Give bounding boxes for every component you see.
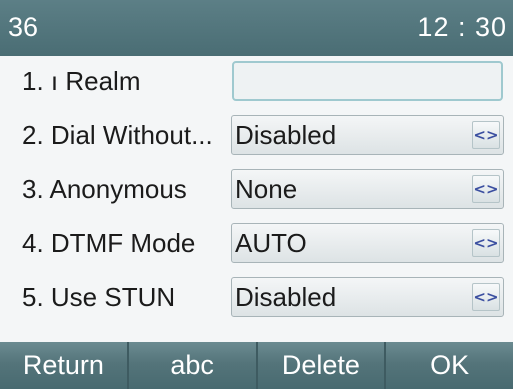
status-bar: 36 12 : 30 bbox=[0, 0, 513, 56]
use-stun-value: Disabled bbox=[235, 282, 337, 312]
anonymous-select[interactable]: None <> bbox=[231, 169, 504, 209]
setting-label-anonymous: 3. Anonymous bbox=[22, 174, 187, 204]
setting-label-dtmf-mode: 4. DTMF Mode bbox=[22, 228, 196, 258]
setting-label-dial-without: 2. Dial Without... bbox=[22, 120, 213, 150]
abc-softkey[interactable]: abc bbox=[128, 342, 258, 389]
clock: 12 : 30 bbox=[417, 12, 507, 42]
switch-arrows-icon[interactable]: <> bbox=[472, 121, 500, 149]
return-softkey[interactable]: Return bbox=[0, 342, 129, 389]
setting-row-realm[interactable]: 1. ı Realm bbox=[0, 56, 513, 108]
delete-softkey[interactable]: Delete bbox=[257, 342, 387, 389]
ok-softkey[interactable]: OK bbox=[386, 342, 513, 389]
setting-row-dial-without[interactable]: 2. Dial Without... Disabled <> bbox=[0, 110, 513, 162]
setting-label-use-stun: 5. Use STUN bbox=[22, 282, 176, 312]
realm-input[interactable] bbox=[232, 61, 503, 101]
switch-arrows-icon[interactable]: <> bbox=[472, 175, 500, 203]
use-stun-select[interactable]: Disabled <> bbox=[231, 277, 504, 317]
switch-arrows-icon[interactable]: <> bbox=[472, 229, 500, 257]
setting-label-realm: 1. ı Realm bbox=[22, 66, 141, 96]
setting-row-anonymous[interactable]: 3. Anonymous None <> bbox=[0, 164, 513, 216]
dtmf-mode-select[interactable]: AUTO <> bbox=[231, 223, 504, 263]
dial-without-select[interactable]: Disabled <> bbox=[231, 115, 504, 155]
setting-row-dtmf-mode[interactable]: 4. DTMF Mode AUTO <> bbox=[0, 218, 513, 270]
switch-arrows-icon[interactable]: <> bbox=[472, 283, 500, 311]
account-label: 36 bbox=[8, 12, 39, 42]
dtmf-mode-value: AUTO bbox=[235, 228, 307, 258]
softkey-bar: Return abc Delete OK bbox=[0, 342, 513, 389]
dial-without-value: Disabled bbox=[235, 120, 337, 150]
setting-row-use-stun[interactable]: 5. Use STUN Disabled <> bbox=[0, 272, 513, 324]
settings-list: 1. ı Realm 2. Dial Without... Disabled <… bbox=[0, 56, 513, 342]
anonymous-value: None bbox=[235, 174, 298, 204]
